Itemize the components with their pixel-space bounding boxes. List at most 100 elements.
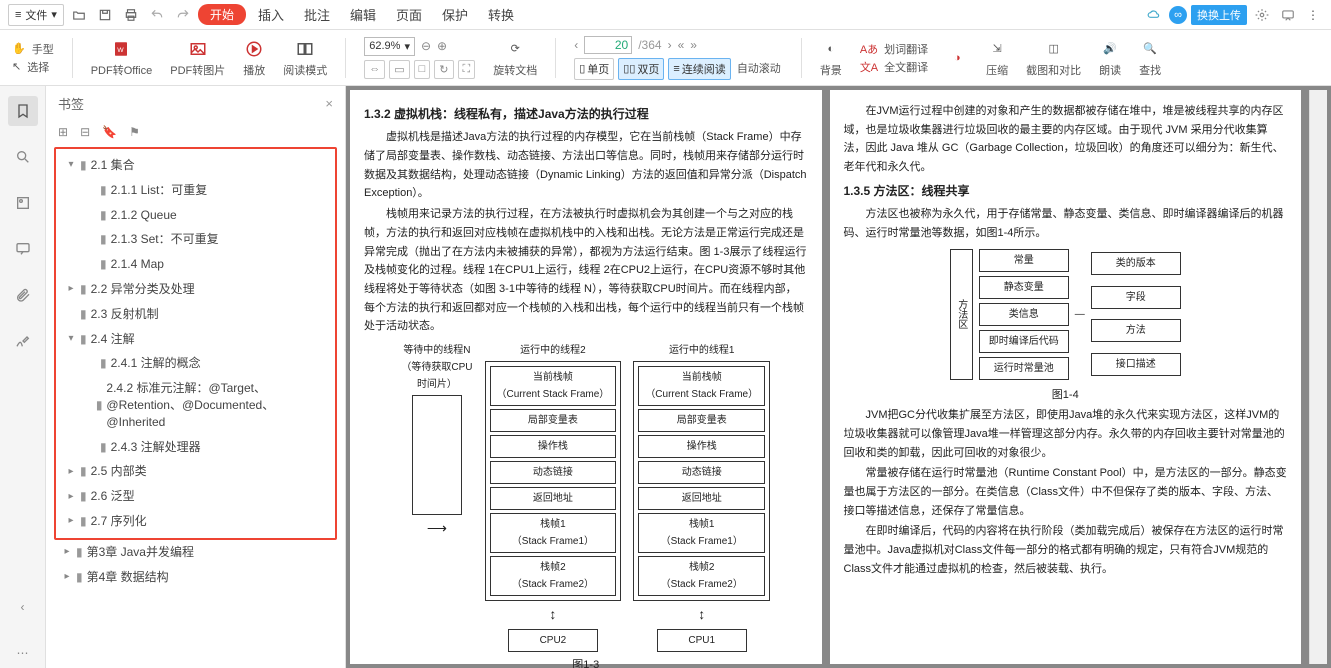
diagram-box: 动态链接 (638, 461, 765, 484)
feedback-icon[interactable] (1277, 6, 1299, 24)
rail-search-icon[interactable] (8, 142, 38, 172)
diagram-box: 当前栈帧 （Current Stack Frame） (638, 366, 765, 406)
prev-page-icon[interactable]: ‹ (574, 38, 578, 52)
open-icon[interactable] (68, 6, 90, 24)
diagram-box: 栈帧2 （Stack Frame2） (638, 556, 765, 596)
read-aloud[interactable]: 🔊朗读 (1099, 38, 1121, 78)
play-button[interactable]: 播放 (243, 38, 265, 78)
rail-sign-icon[interactable] (8, 326, 38, 356)
rotate-doc[interactable]: ⟳旋转文档 (493, 38, 537, 78)
svg-text:W: W (118, 47, 125, 54)
pdf-to-office[interactable]: WPDF转Office (91, 38, 153, 78)
bookmark-item[interactable]: ▸▮2.6 泛型 (58, 484, 333, 509)
bookmark-add-icon[interactable]: 🔖 (102, 125, 117, 139)
right-rail[interactable] (1309, 90, 1327, 664)
panel-title: 书签 (58, 94, 84, 113)
view-single[interactable]: ▯ 单页 (574, 58, 614, 80)
background[interactable]: ◐背景 (820, 38, 842, 78)
diagram-box: 栈帧1 （Stack Frame1） (638, 513, 765, 553)
body-text: JVM把GC分代收集扩展至方法区，即使用Java堆的永久代来实现方法区，这样JV… (844, 406, 1288, 462)
mask-tool[interactable]: ◑ (946, 47, 968, 69)
pdf-to-image[interactable]: PDF转图片 (170, 38, 225, 78)
hand-tool[interactable]: ✋手型 (12, 41, 54, 57)
redo-icon[interactable] (172, 6, 194, 24)
bookmark-item[interactable]: ▸▮2.5 内部类 (58, 459, 333, 484)
cloud-icon[interactable] (1143, 6, 1165, 24)
bookmark-item[interactable]: ▸▮第4章 数据结构 (54, 565, 337, 590)
page-right: 在JVM运行过程中创建的对象和产生的数据都被存储在堆中，堆是被线程共享的内存区域… (830, 90, 1302, 664)
close-icon[interactable]: × (325, 96, 333, 111)
toolbar: ✋手型 ↖选择 WPDF转Office PDF转图片 播放 阅读模式 62.9%… (0, 30, 1331, 86)
zoom-level[interactable]: 62.9%▾ (364, 37, 415, 56)
file-menu[interactable]: ≡文件▾ (8, 4, 64, 26)
expand-all-icon[interactable]: ⊞ (58, 125, 68, 139)
read-mode[interactable]: 阅读模式 (283, 38, 327, 78)
select-tool[interactable]: ↖选择 (12, 59, 54, 75)
diagram-box: 即时编译后代码 (979, 330, 1069, 353)
bookmark-item[interactable]: ▮2.4.1 注解的概念 (58, 351, 333, 376)
rail-collapse-icon[interactable]: ‹ (8, 592, 38, 622)
tab-comment[interactable]: 批注 (296, 1, 338, 28)
actual-size-icon[interactable]: □ (414, 60, 431, 79)
bookmark-item[interactable]: ▸▮第3章 Java并发编程 (54, 540, 337, 565)
bookmark-item[interactable]: ▮2.1.3 Set：不可重复 (58, 227, 333, 252)
word-translate[interactable]: Aあ划词翻译 (860, 41, 928, 57)
save-icon[interactable] (94, 6, 116, 24)
diagram-label: 运行中的线程1 (669, 342, 735, 359)
fit-width-icon[interactable]: ⇔ (364, 60, 385, 79)
rail-more-icon[interactable]: ⋯ (8, 638, 38, 668)
diagram-box: 方法 (1091, 319, 1181, 342)
fit-page-icon[interactable]: ▭ (389, 60, 409, 79)
rail-thumbnails-icon[interactable] (8, 188, 38, 218)
document-viewport[interactable]: 1.3.2 虚拟机栈：线程私有，描述Java方法的执行过程 虚拟机栈是描述Jav… (346, 86, 1331, 668)
page-number-input[interactable] (584, 36, 632, 54)
tab-insert[interactable]: 插入 (250, 1, 292, 28)
last-page-icon[interactable]: » (690, 38, 697, 52)
zoom-in-icon[interactable]: ⊕ (437, 39, 447, 53)
diagram-box: 返回地址 (638, 487, 765, 510)
rail-bookmarks-icon[interactable] (8, 96, 38, 126)
full-translate[interactable]: 文A全文翻译 (860, 59, 928, 75)
zoom-out-icon[interactable]: ⊖ (421, 39, 431, 53)
diagram-box: 字段 (1091, 286, 1181, 309)
next-page-icon[interactable]: › (668, 38, 672, 52)
infinity-icon[interactable]: ∞ (1169, 6, 1187, 24)
bookmark-item[interactable]: ▸▮2.7 序列化 (58, 509, 333, 534)
autoscroll[interactable]: 自动滚动 (735, 58, 783, 80)
upload-switch[interactable]: 换换上传 (1191, 5, 1247, 25)
fullscreen-icon[interactable]: ⛶ (458, 60, 476, 79)
find[interactable]: 🔍查找 (1139, 38, 1161, 78)
tab-convert[interactable]: 转换 (480, 1, 522, 28)
bookmark-item[interactable]: ▮2.3 反射机制 (58, 302, 333, 327)
compress[interactable]: ⇲压缩 (986, 38, 1008, 78)
view-continuous[interactable]: ≡ 连续阅读 (668, 58, 730, 80)
bookmark-item[interactable]: ▸▮2.2 异常分类及处理 (58, 277, 333, 302)
diagram-box: 栈帧2 （Stack Frame2） (490, 556, 617, 596)
tab-start[interactable]: 开始 (198, 4, 246, 25)
bookmark-item[interactable]: ▮2.1.2 Queue (58, 203, 333, 228)
bookmark-item[interactable]: ▮2.4.3 注解处理器 (58, 435, 333, 460)
print-icon[interactable] (120, 6, 142, 24)
more-icon[interactable]: ⋮ (1303, 6, 1323, 24)
rail-attach-icon[interactable] (8, 280, 38, 310)
undo-icon[interactable] (146, 6, 168, 24)
body-text: 在JVM运行过程中创建的对象和产生的数据都被存储在堆中，堆是被线程共享的内存区域… (844, 102, 1288, 177)
crop-compare[interactable]: ◫截图和对比 (1026, 38, 1081, 78)
bookmark-item[interactable]: ▾▮2.4 注解 (58, 327, 333, 352)
view-double[interactable]: ▯▯ 双页 (618, 58, 664, 80)
tab-page[interactable]: 页面 (388, 1, 430, 28)
settings-icon[interactable] (1251, 6, 1273, 24)
refresh-icon[interactable]: ↻ (434, 60, 453, 79)
bookmark-item[interactable]: ▮2.4.2 标准元注解：@Target、@Retention、@Documen… (58, 376, 333, 434)
first-page-icon[interactable]: « (678, 38, 685, 52)
bookmark-item[interactable]: ▮2.1.1 List：可重复 (58, 178, 333, 203)
rail-comments-icon[interactable] (8, 234, 38, 264)
bookmark-panel: 书签 × ⊞ ⊟ 🔖 ⚑ ▾▮2.1 集合 ▮2.1.1 List：可重复 ▮2… (46, 86, 346, 668)
tab-edit[interactable]: 编辑 (342, 1, 384, 28)
collapse-all-icon[interactable]: ⊟ (80, 125, 90, 139)
bookmark-item[interactable]: ▮2.1.4 Map (58, 252, 333, 277)
bookmark-jump-icon[interactable]: ⚑ (129, 125, 140, 139)
tab-protect[interactable]: 保护 (434, 1, 476, 28)
bookmark-item[interactable]: ▾▮2.1 集合 (58, 153, 333, 178)
body-text: 常量被存储在运行时常量池（Runtime Constant Pool）中，是方法… (844, 464, 1288, 520)
